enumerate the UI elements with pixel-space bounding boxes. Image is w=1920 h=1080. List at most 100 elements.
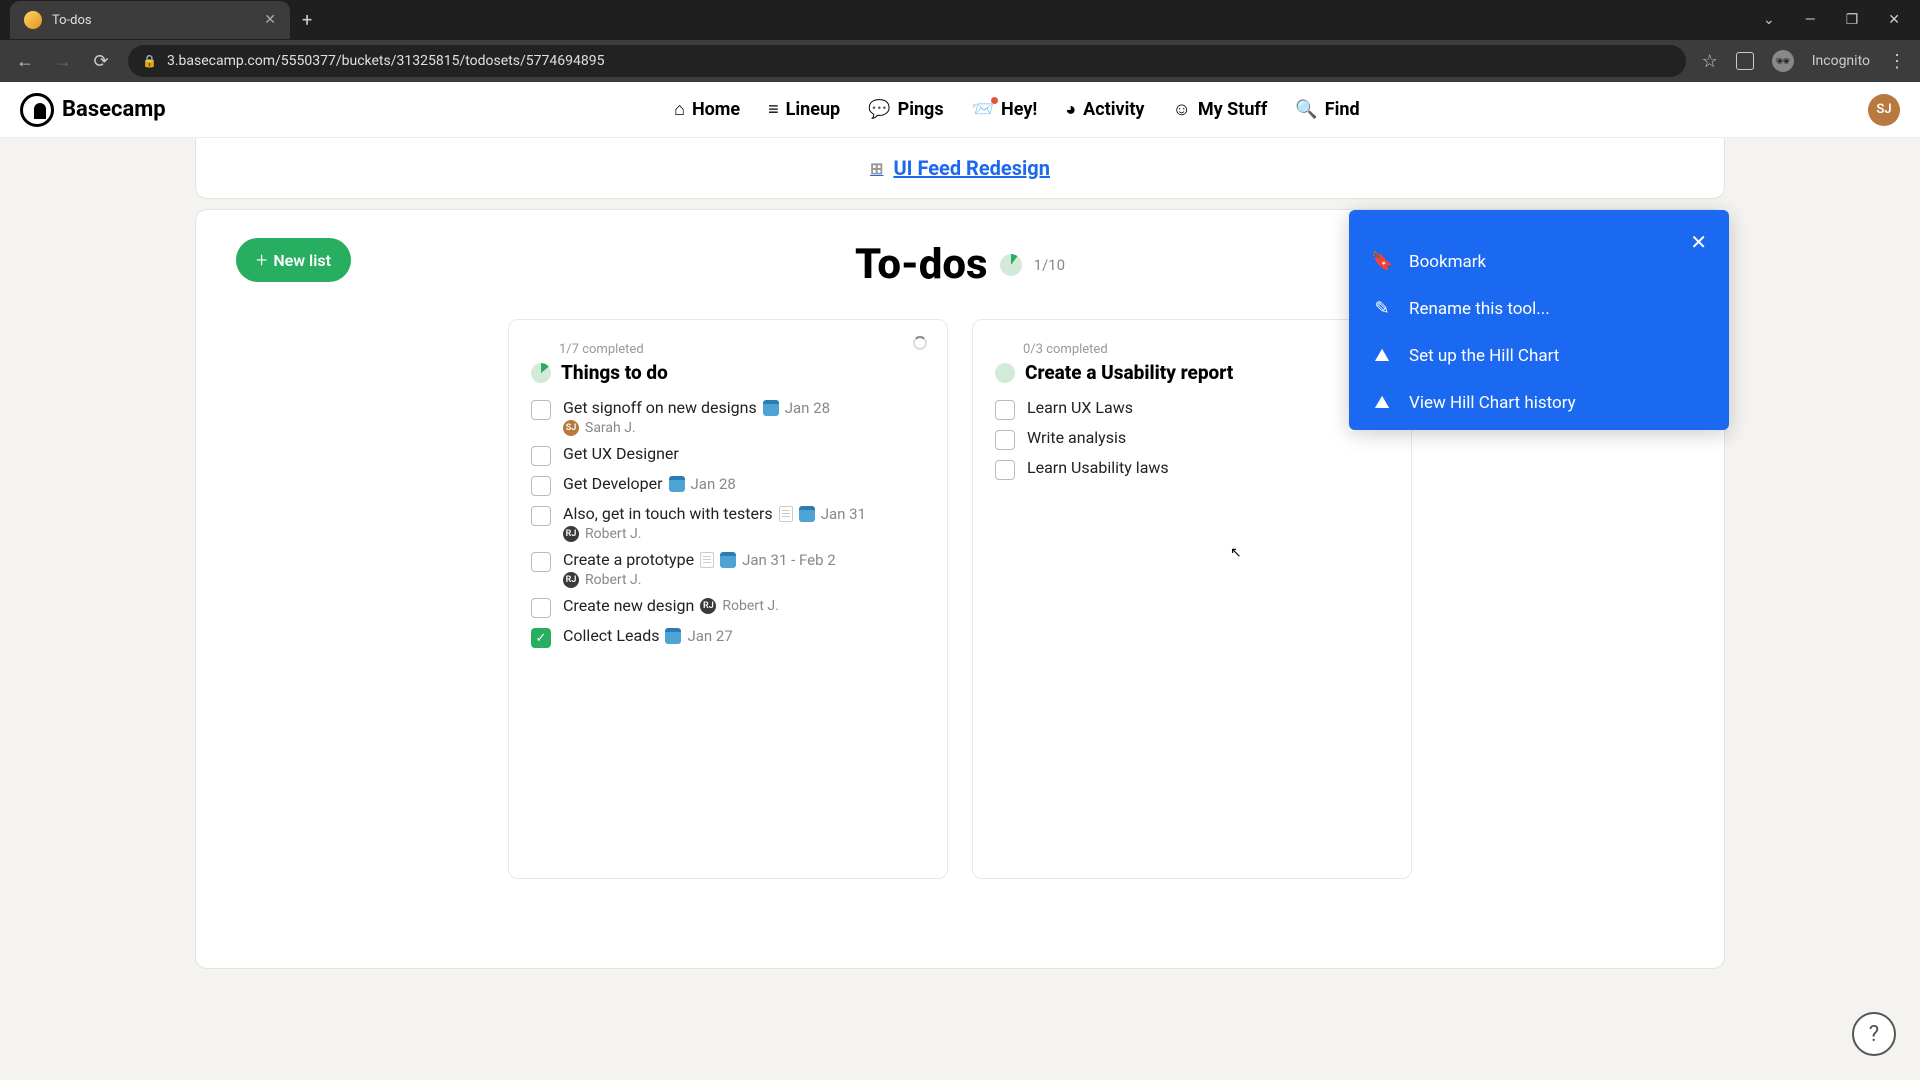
todo-checkbox[interactable]: ✓ — [531, 628, 551, 648]
completed-count: 0/3 completed — [1023, 342, 1389, 357]
dropdown-hillchart[interactable]: ⛰ Set up the Hill Chart — [1349, 332, 1729, 379]
top-nav: Basecamp ⌂Home ≡Lineup 💬Pings 📨Hey! ◕Act… — [0, 82, 1920, 138]
todo-checkbox[interactable] — [531, 446, 551, 466]
activity-icon: ◕ — [1065, 99, 1076, 120]
grid-icon: ⊞ — [870, 159, 883, 178]
nav-home[interactable]: ⌂Home — [674, 99, 740, 120]
url-text: 3.basecamp.com/5550377/buckets/31325815/… — [167, 53, 605, 69]
dropdown-bookmark[interactable]: 🔖 Bookmark — [1349, 238, 1729, 285]
reload-button[interactable]: ⟳ — [90, 51, 112, 72]
todo-list-card: 0/3 completed Create a Usability report Le… — [972, 319, 1412, 879]
nav-activity[interactable]: ◕Activity — [1065, 99, 1144, 120]
todo-item: Get signoff on new designsJan 28SJSarah … — [531, 398, 925, 436]
nav-hey[interactable]: 📨Hey! — [972, 99, 1038, 120]
logo-icon — [20, 93, 54, 127]
todo-item: Get UX Designer — [531, 444, 925, 466]
maximize-icon[interactable]: ❐ — [1846, 12, 1859, 28]
todo-checkbox[interactable] — [995, 430, 1015, 450]
todo-text[interactable]: Learn Usability laws — [1027, 458, 1169, 477]
address-bar: ← → ⟳ 🔒 3.basecamp.com/5550377/buckets/3… — [0, 40, 1920, 82]
hey-icon: 📨 — [972, 99, 994, 120]
assignee-name: Robert J. — [585, 572, 641, 588]
bookmark-star-icon[interactable]: ☆ — [1702, 51, 1718, 72]
list-title[interactable]: Create a Usability report — [1025, 361, 1233, 384]
logo[interactable]: Basecamp — [20, 93, 166, 127]
todo-checkbox[interactable] — [531, 598, 551, 618]
plus-icon: + — [256, 248, 267, 272]
user-avatar[interactable]: SJ — [1868, 94, 1900, 126]
todo-text[interactable]: Create new design — [563, 596, 694, 615]
due-date: Jan 28 — [785, 399, 830, 417]
tab-bar: To-dos ✕ + ⌄ — ❐ ✕ — [0, 0, 1920, 40]
todo-item: Create a prototypeJan 31 - Feb 2RJRobert… — [531, 550, 925, 588]
lineup-icon: ≡ — [768, 99, 779, 120]
todo-item: Get DeveloperJan 28 — [531, 474, 925, 496]
logo-text: Basecamp — [62, 97, 166, 122]
main-panel: + New list To-dos 1/10 1/7 completed Thin… — [195, 209, 1725, 969]
page-title: To-dos — [855, 240, 988, 289]
list-title[interactable]: Things to do — [561, 361, 668, 384]
list-progress-pie-icon — [531, 363, 551, 383]
browser-tab[interactable]: To-dos ✕ — [10, 1, 290, 39]
help-button[interactable]: ? — [1852, 1012, 1896, 1056]
extensions-icon[interactable] — [1736, 52, 1754, 70]
project-name: UI Feed Redesign — [893, 156, 1049, 180]
new-tab-button[interactable]: + — [302, 10, 312, 31]
minimize-icon[interactable]: — — [1805, 12, 1816, 28]
todo-checkbox[interactable] — [995, 460, 1015, 480]
assignee-avatar: SJ — [563, 420, 579, 436]
back-button[interactable]: ← — [14, 51, 36, 72]
todo-item: Write analysis — [995, 428, 1389, 450]
url-input[interactable]: 🔒 3.basecamp.com/5550377/buckets/3132581… — [128, 45, 1686, 77]
todo-text[interactable]: Get Developer — [563, 474, 663, 493]
calendar-icon — [665, 628, 681, 644]
todo-checkbox[interactable] — [531, 400, 551, 420]
nav-pings[interactable]: 💬Pings — [868, 99, 943, 120]
rename-icon: ✎ — [1371, 298, 1393, 319]
project-link[interactable]: ⊞ UI Feed Redesign — [870, 156, 1050, 180]
forward-button[interactable]: → — [52, 51, 74, 72]
hillhistory-icon: ⛰ — [1371, 392, 1393, 413]
mystuff-icon: ☺ — [1172, 99, 1190, 120]
todo-item: Create new design RJ Robert J. — [531, 596, 925, 618]
nav-mystuff[interactable]: ☺My Stuff — [1172, 99, 1267, 120]
incognito-icon[interactable]: 🕶 — [1772, 50, 1794, 72]
loader-icon — [913, 336, 927, 350]
close-window-icon[interactable]: ✕ — [1888, 12, 1900, 28]
todo-list-card: 1/7 completed Things to do Get signoff on … — [508, 319, 948, 879]
todo-text[interactable]: Get signoff on new designs — [563, 398, 757, 417]
todo-item: ✓Collect LeadsJan 27 — [531, 626, 925, 648]
todo-checkbox[interactable] — [995, 400, 1015, 420]
calendar-icon — [799, 506, 815, 522]
home-icon: ⌂ — [674, 99, 685, 120]
dropdown-rename[interactable]: ✎ Rename this tool... — [1349, 285, 1729, 332]
nav-lineup[interactable]: ≡Lineup — [768, 99, 840, 120]
new-list-button[interactable]: + New list — [236, 238, 351, 282]
todo-text[interactable]: Create a prototype — [563, 550, 694, 569]
browser-menu-icon[interactable]: ⋮ — [1888, 51, 1906, 72]
progress-text: 1/10 — [1034, 256, 1065, 274]
progress-pie-icon — [1000, 254, 1022, 276]
completed-count: 1/7 completed — [559, 342, 925, 357]
close-dropdown-icon[interactable]: ✕ — [1690, 230, 1707, 254]
assignee-avatar: RJ — [700, 598, 716, 614]
todo-checkbox[interactable] — [531, 552, 551, 572]
dropdown-hillhistory[interactable]: ⛰ View Hill Chart history — [1349, 379, 1729, 426]
todo-text[interactable]: Write analysis — [1027, 428, 1126, 447]
todo-checkbox[interactable] — [531, 506, 551, 526]
todo-text[interactable]: Collect Leads — [563, 626, 659, 645]
nav-find[interactable]: 🔍Find — [1295, 99, 1359, 120]
todo-text[interactable]: Get UX Designer — [563, 444, 679, 463]
todo-text[interactable]: Also, get in touch with testers — [563, 504, 773, 523]
assignee-name: Robert J. — [585, 526, 641, 542]
due-date: Jan 31 — [821, 505, 866, 523]
todo-text[interactable]: Learn UX Laws — [1027, 398, 1133, 417]
assignee-name: Robert J. — [722, 598, 778, 614]
close-tab-icon[interactable]: ✕ — [264, 12, 276, 28]
tabs-list-icon[interactable]: ⌄ — [1763, 12, 1775, 28]
calendar-icon — [720, 552, 736, 568]
tab-title: To-dos — [52, 13, 254, 28]
options-dropdown: ✕ 🔖 Bookmark ✎ Rename this tool... ⛰ Set… — [1349, 210, 1729, 430]
hillchart-icon: ⛰ — [1371, 345, 1393, 366]
todo-checkbox[interactable] — [531, 476, 551, 496]
